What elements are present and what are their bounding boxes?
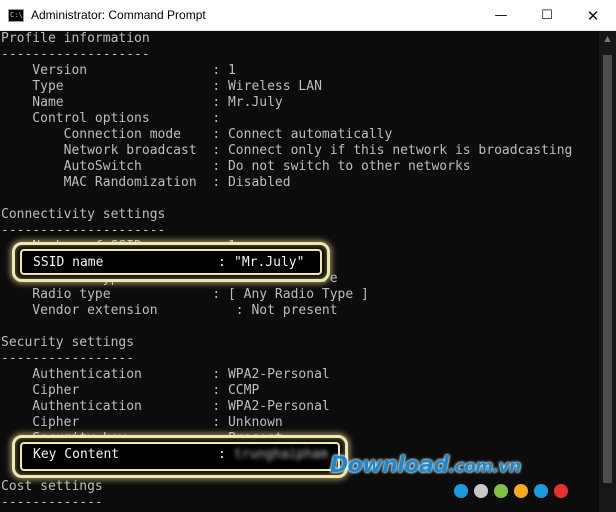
- key-content-separator: :: [218, 447, 226, 462]
- key-content-value-blurred: trunghaipham: [234, 447, 328, 462]
- console-line: Security settings: [1, 335, 135, 350]
- console-line: Connection mode : Connect automatically: [1, 127, 393, 142]
- ssid-name-label: SSID name: [33, 255, 104, 270]
- console-line: Vendor extension : Not present: [1, 303, 338, 318]
- maximize-button[interactable]: ☐: [524, 0, 570, 31]
- watermark-domain: .com.vn: [448, 457, 522, 477]
- console-line: Profile information: [1, 31, 150, 46]
- watermark-text: Download: [330, 453, 449, 478]
- console-line: Authentication : WPA2-Personal: [1, 399, 330, 414]
- console-line: Name : Mr.July: [1, 95, 283, 110]
- watermark-dot: [494, 484, 508, 498]
- close-button[interactable]: ✕: [570, 0, 616, 31]
- scrollbar-thumb[interactable]: [603, 55, 612, 483]
- console-line: Type : Wireless LAN: [1, 79, 322, 94]
- console-line: Cipher : CCMP: [1, 383, 260, 398]
- console-line: Network broadcast : Connect only if this…: [1, 143, 573, 158]
- console-line: Control options :: [1, 111, 221, 126]
- console-line: Version : 1: [1, 63, 236, 78]
- watermark-dots: [454, 484, 568, 498]
- console-line: Cipher : Unknown: [1, 415, 283, 430]
- console-line: Authentication : WPA2-Personal: [1, 367, 330, 382]
- command-prompt-icon: C:\: [8, 9, 24, 22]
- watermark-dot: [534, 484, 548, 498]
- console-line: -----------------: [1, 351, 135, 366]
- watermark-dot: [454, 484, 468, 498]
- console-line: MAC Randomization : Disabled: [1, 175, 291, 190]
- ssid-name-value: "Mr.July": [234, 255, 305, 270]
- console-line: -------------: [1, 495, 103, 510]
- scroll-up-arrow-icon[interactable]: ▲: [599, 34, 616, 43]
- console-line: ---------------------: [1, 223, 166, 238]
- vertical-scrollbar[interactable]: ▲: [599, 31, 616, 512]
- console-line: Connectivity settings: [1, 207, 166, 222]
- console-line: AutoSwitch : Do not switch to other netw…: [1, 159, 471, 174]
- key-content-label: Key Content: [33, 447, 120, 462]
- console-line: Cost settings: [1, 479, 103, 494]
- console-line: -------------------: [1, 47, 150, 62]
- watermark-dot: [474, 484, 488, 498]
- window-title: Administrator: Command Prompt: [31, 8, 206, 22]
- download-watermark-logo: Download.com.vn: [330, 453, 521, 478]
- watermark-dot: [514, 484, 528, 498]
- watermark-dot: [554, 484, 568, 498]
- console-line: Radio type : [ Any Radio Type ]: [1, 287, 369, 302]
- title-bar: C:\ Administrator: Command Prompt — ☐ ✕: [0, 0, 616, 31]
- minimize-button[interactable]: —: [478, 0, 524, 31]
- ssid-name-separator: :: [218, 255, 226, 270]
